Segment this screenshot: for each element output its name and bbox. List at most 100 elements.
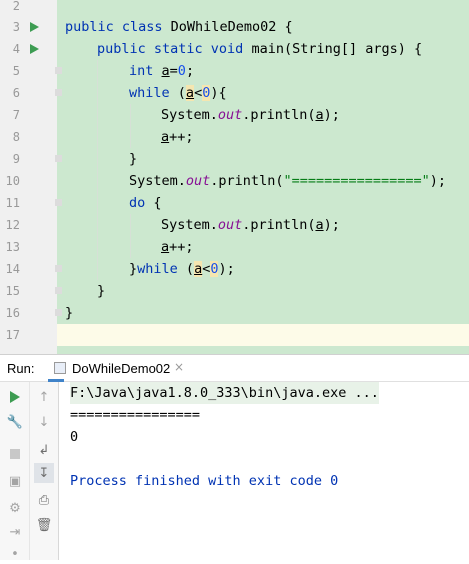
punctuation: { [153,195,162,211]
field: out [185,173,211,189]
indent-guide [97,60,98,280]
wrench-icon[interactable]: 🔧 [5,412,25,432]
punctuation: ); [429,173,447,189]
fold-marker[interactable] [55,287,62,294]
field: out [217,217,243,233]
variable: a [161,63,170,79]
line-number: 17 [5,328,20,342]
class-name: DoWhileDemo02 { [170,19,293,35]
operator: ++; [169,129,194,145]
code-line-6: while (a<0){ [129,82,227,104]
punctuation: ){ [210,85,227,101]
arrow-up-icon[interactable]: ↑ [34,387,54,407]
punctuation: ); [323,217,340,233]
fold-marker[interactable] [55,199,62,206]
trash-icon[interactable]: 🗑 [34,515,54,535]
console-output[interactable]: F:\Java\java1.8.0_333\bin\java.exe ... =… [59,382,469,560]
code-line-16: } [65,305,74,321]
print-icon[interactable]: ⎙ [34,490,54,510]
punctuation: ); [323,107,340,123]
line-number: 13 [5,240,20,254]
line-number: 11 [5,196,20,210]
line-number: 3 [12,20,20,34]
line-number: 9 [12,152,20,166]
punctuation: ( [177,85,186,101]
camera-icon[interactable]: ▣ [5,471,25,491]
run-tab-title: DoWhileDemo02 [72,361,171,376]
soft-wrap-icon[interactable]: ↲ [34,440,54,460]
method-params: (String[] args) { [283,41,423,57]
keyword: public static void [97,41,252,57]
number-literal: 0 [177,63,186,79]
code-line-8: a++; [161,126,194,148]
variable: a [194,261,203,277]
code-line-11: do { [129,192,162,214]
fold-marker[interactable] [55,155,62,162]
keyword: do [129,195,154,211]
line-number: 15 [5,284,20,298]
punctuation: ; [185,63,195,79]
code-line-5: int a=0; [129,60,194,82]
method-name: main [251,41,284,57]
code-line-14: }while (a<0); [129,258,235,280]
pin-icon[interactable]: • [5,544,25,564]
fold-marker[interactable] [55,265,62,272]
console-exit-message: Process finished with exit code 0 [70,473,339,489]
fold-marker[interactable] [55,309,62,316]
string-literal: "================" [283,173,430,189]
code-line-13: a++; [161,236,194,258]
line-number: 16 [5,306,20,320]
run-gutter-icon[interactable] [30,22,39,32]
line-number: 14 [5,262,20,276]
close-icon[interactable]: × [174,360,184,374]
punctuation: ( [185,261,195,277]
run-config-icon [54,362,66,374]
variable: a [315,107,324,123]
run-toolbar-right: ↑ ↓ ↲ ↧ ⎙ 🗑 [30,382,59,560]
console-command-line: F:\Java\java1.8.0_333\bin\java.exe ... [70,382,379,404]
code-line-15: } [97,283,106,299]
method-call: .println( [242,217,316,233]
console-output-line: 0 [70,429,79,445]
run-panel-header: Run: DoWhileDemo02 × [0,354,469,382]
line-number: 10 [5,174,20,188]
line-number: 7 [12,108,20,122]
keyword: while [137,261,186,277]
code-editor[interactable]: 2 3 4 5 6 7 8 9 10 11 12 13 14 15 16 17 … [0,0,469,354]
line-number: 2 [12,0,20,13]
variable: a [185,85,195,101]
code-line-12: System.out.println(a); [161,214,340,236]
run-label: Run: [7,361,35,376]
login-icon[interactable]: ⇥ [5,522,25,542]
operator: = [169,63,178,79]
keyword: while [129,85,178,101]
variable: a [315,217,324,233]
line-number: 6 [12,86,20,100]
punctuation: ); [218,261,235,277]
keyword: public class [65,19,171,35]
code-line-3: public class DoWhileDemo02 { [65,16,293,38]
operator: ++; [169,239,194,255]
code-line-10: System.out.println("================"); [129,170,446,192]
class-ref: System. [161,107,218,123]
fold-marker[interactable] [55,67,62,74]
scroll-to-end-icon[interactable]: ↧ [34,463,54,483]
class-ref: System. [129,173,186,189]
fold-marker[interactable] [55,89,62,96]
run-gutter-icon[interactable] [30,44,39,54]
console-output-line: ================ [70,407,201,423]
current-line-highlight [57,324,469,346]
arrow-down-icon[interactable]: ↓ [34,412,54,432]
line-number: 8 [12,130,20,144]
settings-gear-icon[interactable]: ⚙ [5,498,25,518]
code-line-4: public static void main(String[] args) { [97,38,422,60]
stop-icon[interactable] [5,444,25,464]
code-bottom-strip [57,346,469,354]
variable: a [161,239,170,255]
run-tab[interactable]: DoWhileDemo02 × [48,355,184,382]
line-number: 5 [12,64,20,78]
operator: < [194,85,203,101]
punctuation: } [129,261,138,277]
indent-guide [130,214,131,258]
rerun-icon[interactable] [5,387,25,407]
